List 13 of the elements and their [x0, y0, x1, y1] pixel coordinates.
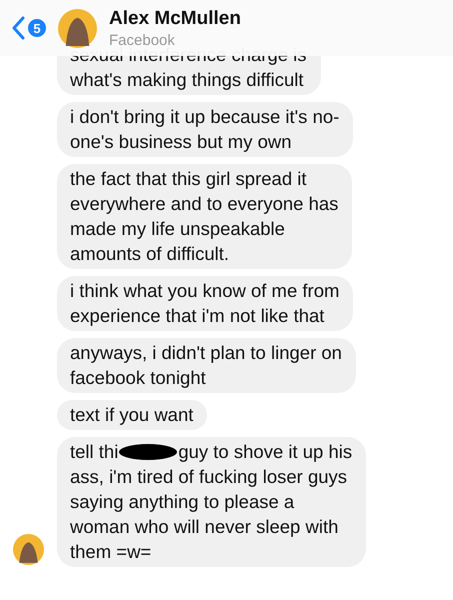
message-text: text if you want — [70, 404, 194, 425]
message-text: guy to shove it up his — [178, 441, 352, 462]
message-text: i don't bring it up because it's no- one's business but my own — [70, 106, 340, 152]
message-text: i think what you know of me from experience that i'm not like that — [70, 280, 340, 326]
message-text: the fact that this girl spread it everywhere and to everyone has made my life unspeakable amounts of difficult. — [70, 168, 338, 264]
back-icon[interactable] — [11, 16, 25, 40]
avatar[interactable] — [58, 8, 97, 48]
contact-name: Alex McMullen — [109, 8, 241, 30]
message-text: anyways, i didn't plan to linger on facebook tonight — [70, 342, 342, 388]
message-text: ass, i'm tired of fucking loser guys saying anything to please a woman who will never sleep with them =w= — [70, 465, 348, 564]
redaction-mark — [119, 444, 178, 460]
message-text: tell thi — [70, 441, 118, 462]
unread-badge: 5 — [28, 19, 46, 37]
